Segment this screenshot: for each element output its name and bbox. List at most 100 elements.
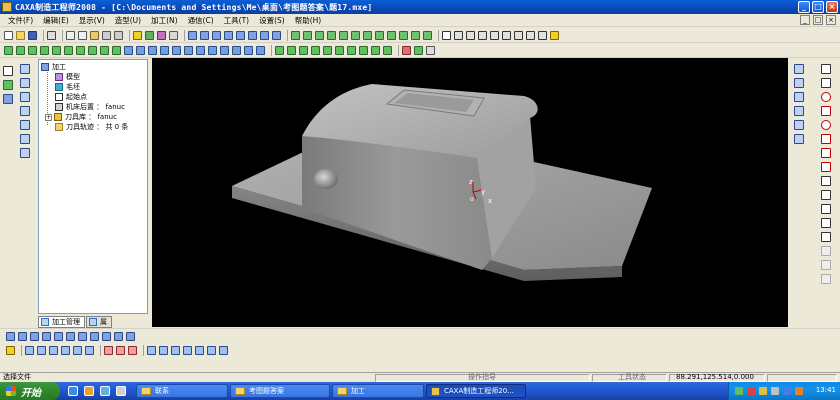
- curve-edit-icon[interactable]: [128, 346, 137, 355]
- taskbar-button-folder-1[interactable]: 联系: [136, 384, 228, 398]
- cut-icon[interactable]: [66, 30, 75, 40]
- modify-tool-icon[interactable]: [78, 331, 87, 341]
- modify-tool-icon[interactable]: [6, 331, 15, 341]
- arc-icon[interactable]: [821, 148, 831, 158]
- trim-icon[interactable]: [821, 204, 831, 214]
- curve-edit-icon[interactable]: [104, 346, 113, 355]
- ellipse-icon[interactable]: [821, 120, 831, 130]
- maximize-button[interactable]: □: [812, 1, 824, 13]
- graphics-viewport[interactable]: z y x o: [152, 58, 788, 327]
- menu-help[interactable]: 帮助(H): [295, 15, 322, 26]
- taskbar-button-folder-2[interactable]: 考图题答案: [230, 384, 330, 398]
- copy-icon[interactable]: [78, 30, 87, 40]
- machining-tool-icon[interactable]: [100, 45, 109, 55]
- undo-icon[interactable]: [102, 30, 111, 40]
- tab-properties[interactable]: 属: [86, 316, 112, 328]
- spline-icon[interactable]: [821, 134, 831, 144]
- gcode-icon[interactable]: [426, 45, 435, 55]
- machining-tool-icon[interactable]: [208, 45, 217, 55]
- curve-tool-icon[interactable]: [20, 134, 30, 144]
- transform-icon[interactable]: [207, 346, 216, 355]
- browser-quicklaunch-icon[interactable]: [68, 386, 78, 396]
- curve-tool-icon[interactable]: [20, 78, 30, 88]
- machining-tool-icon[interactable]: [160, 45, 169, 55]
- machining-tool-icon[interactable]: [256, 45, 265, 55]
- surface-tool-icon[interactable]: [224, 30, 233, 40]
- clock[interactable]: 13:41: [816, 386, 836, 394]
- minimize-button[interactable]: _: [798, 1, 810, 13]
- machining-tool-icon[interactable]: [220, 45, 229, 55]
- menu-view[interactable]: 显示(V): [79, 15, 105, 26]
- rectangle-icon[interactable]: [821, 106, 831, 116]
- feature-tool-icon[interactable]: [423, 30, 432, 40]
- curve-edit-icon[interactable]: [49, 346, 58, 355]
- surface-tool-icon[interactable]: [248, 30, 257, 40]
- feature-tool-icon[interactable]: [351, 30, 360, 40]
- machining-tool-icon[interactable]: [184, 45, 193, 55]
- machining-tool-icon[interactable]: [172, 45, 181, 55]
- rotate-view-icon[interactable]: [490, 30, 499, 40]
- machining-tool-icon[interactable]: [64, 45, 73, 55]
- surface-tool-icon[interactable]: [212, 30, 221, 40]
- color-icon[interactable]: [157, 30, 166, 40]
- menu-tools[interactable]: 工具(T): [224, 15, 249, 26]
- edit-tool-icon[interactable]: [794, 120, 804, 130]
- modify-tool-icon[interactable]: [66, 331, 75, 341]
- transform-icon[interactable]: [171, 346, 180, 355]
- zoom-out-icon[interactable]: [466, 30, 475, 40]
- doc-restore-button[interactable]: □: [813, 15, 823, 25]
- tray-input-icon[interactable]: [735, 387, 743, 395]
- feature-tool-icon[interactable]: [399, 30, 408, 40]
- machining-tool-icon[interactable]: [88, 45, 97, 55]
- machining-tool-icon[interactable]: [323, 45, 332, 55]
- transform-icon[interactable]: [183, 346, 192, 355]
- machining-tool-icon[interactable]: [383, 45, 392, 55]
- save-icon[interactable]: [28, 30, 37, 40]
- offset-icon[interactable]: [821, 190, 831, 200]
- transform-icon[interactable]: [195, 346, 204, 355]
- menu-file[interactable]: 文件(F): [8, 15, 33, 26]
- feature-tool-icon[interactable]: [339, 30, 348, 40]
- modify-tool-icon[interactable]: [102, 331, 111, 341]
- edit-tool-icon[interactable]: [794, 106, 804, 116]
- text-icon[interactable]: [821, 232, 831, 242]
- curve-edit-icon[interactable]: [37, 346, 46, 355]
- fillet-icon[interactable]: [821, 218, 831, 228]
- tree-item-stock[interactable]: 毛坯: [55, 82, 80, 92]
- tree-item-toolpath[interactable]: 刀具轨迹 ： 共 0 条: [55, 122, 128, 132]
- curve-edit-icon[interactable]: [85, 346, 94, 355]
- machining-tool-icon[interactable]: [371, 45, 380, 55]
- wireframe-icon[interactable]: [526, 30, 535, 40]
- tray-app-icon[interactable]: [795, 387, 803, 395]
- start-button[interactable]: 开始: [0, 382, 60, 400]
- surface-tool-icon[interactable]: [188, 30, 197, 40]
- print-icon[interactable]: [47, 30, 56, 40]
- zoom-window-icon[interactable]: [478, 30, 487, 40]
- modify-tool-icon[interactable]: [42, 331, 51, 341]
- machining-tool-icon[interactable]: [148, 45, 157, 55]
- modify-tool-icon[interactable]: [30, 331, 39, 341]
- formula-curve-icon[interactable]: [821, 162, 831, 172]
- edit-tool-icon[interactable]: [794, 64, 804, 74]
- pan-view-icon[interactable]: [502, 30, 511, 40]
- menu-communication[interactable]: 通信(C): [188, 15, 214, 26]
- machining-tool-icon[interactable]: [28, 45, 37, 55]
- zoom-in-icon[interactable]: [454, 30, 463, 40]
- open-folder-icon[interactable]: [16, 30, 25, 40]
- curve-tool-icon[interactable]: [20, 92, 30, 102]
- line-icon[interactable]: [821, 64, 831, 74]
- curve-tool-icon[interactable]: [20, 64, 30, 74]
- machining-tool-icon[interactable]: [52, 45, 61, 55]
- machining-tool-icon[interactable]: [335, 45, 344, 55]
- select-arrow-icon[interactable]: [3, 66, 13, 76]
- desktop-quicklaunch-icon[interactable]: [100, 386, 110, 396]
- paste-icon[interactable]: [90, 30, 99, 40]
- machining-tool-icon[interactable]: [16, 45, 25, 55]
- surface-tool-icon[interactable]: [200, 30, 209, 40]
- machining-tool-icon[interactable]: [347, 45, 356, 55]
- layer-icon[interactable]: [145, 30, 154, 40]
- modify-tool-icon[interactable]: [18, 331, 27, 341]
- media-quicklaunch-icon[interactable]: [84, 386, 94, 396]
- machining-tool-icon[interactable]: [40, 45, 49, 55]
- menu-edit[interactable]: 编辑(E): [43, 15, 69, 26]
